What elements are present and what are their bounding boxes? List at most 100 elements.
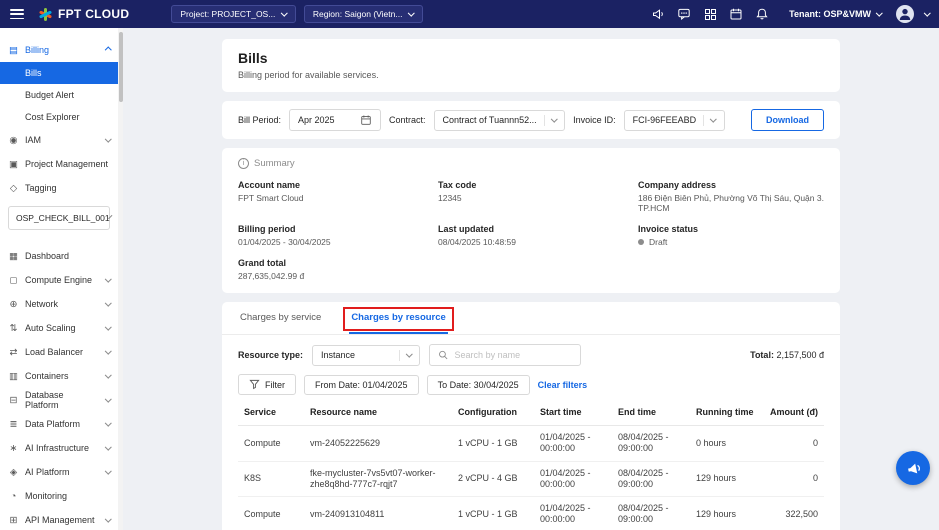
chat-icon[interactable] — [675, 5, 693, 23]
chevron-up-icon — [105, 47, 111, 53]
sidebar-item-bills[interactable]: Bills — [0, 62, 118, 84]
col-header-configuration: Configuration — [452, 399, 534, 426]
sidebar-item-ai-infrastructure[interactable]: ∗ AI Infrastructure — [0, 436, 118, 460]
resource-name-cell: vm-24052225629 — [304, 426, 452, 462]
logo-text: FPT CLOUD — [58, 7, 129, 21]
project-context-select[interactable]: OSP_CHECK_BILL_001 — [8, 206, 110, 230]
field-label: Account name — [238, 180, 438, 190]
search-input[interactable] — [455, 350, 572, 360]
summary-header: i Summary — [238, 158, 824, 169]
divider — [703, 115, 704, 126]
field-value: 186 Điện Biên Phủ, Phường Võ Thị Sáu, Qu… — [638, 193, 824, 213]
invoice-id-select[interactable]: FCI-96FEEABD — [624, 110, 725, 131]
notifications-bell-icon[interactable] — [753, 5, 771, 23]
resource-type-label: Resource type: — [238, 350, 303, 360]
amount-cell: 322,500 — [762, 497, 824, 530]
sidebar-item-compute-engine[interactable]: ◻ Compute Engine — [0, 268, 118, 292]
from-date-chip[interactable]: From Date: 01/04/2025 — [304, 375, 419, 395]
field-label: Billing period — [238, 224, 438, 234]
sidebar-item-data-platform[interactable]: ≣ Data Platform — [0, 412, 118, 436]
configuration-cell: 2 vCPU - 4 GB — [452, 461, 534, 497]
sidebar-item-label: Monitoring — [25, 491, 67, 501]
sidebar-item-containers[interactable]: ▥ Containers — [0, 364, 118, 388]
summary-billing-period: Billing period 01/04/2025 - 30/04/2025 — [238, 224, 438, 247]
download-button[interactable]: Download — [751, 109, 824, 131]
sidebar-item-billing[interactable]: ▤ Billing — [0, 38, 118, 62]
sidebar-item-label: Cost Explorer — [25, 112, 80, 122]
sidebar-scrollbar[interactable] — [118, 28, 123, 530]
sidebar-item-load-balancer[interactable]: ⇄ Load Balancer — [0, 340, 118, 364]
tab-charges-by-service[interactable]: Charges by service — [238, 302, 323, 334]
service-cell: Compute — [238, 426, 304, 462]
sidebar-item-label: Tagging — [25, 183, 57, 193]
filter-button[interactable]: Filter — [238, 374, 296, 395]
table-row: Compute vm-240913104811 1 vCPU - 1 GB 01… — [238, 497, 824, 530]
chevron-down-icon — [105, 443, 111, 449]
summary-company-address: Company address 186 Điện Biên Phủ, Phườn… — [638, 180, 824, 213]
compute-engine-icon: ◻ — [8, 275, 19, 286]
contract-select[interactable]: Contract of Tuannn52... — [434, 110, 566, 131]
chevron-down-icon — [105, 299, 111, 305]
configuration-cell: 1 vCPU - 1 GB — [452, 497, 534, 530]
announcement-icon[interactable] — [649, 5, 667, 23]
sidebar-item-auto-scaling[interactable]: ⇅ Auto Scaling — [0, 316, 118, 340]
sidebar-item-budget-alert[interactable]: Budget Alert — [0, 84, 118, 106]
page-subtitle: Billing period for available services. — [238, 70, 824, 80]
dashboard-icon: ▦ — [8, 251, 19, 262]
chevron-down-icon — [105, 347, 111, 353]
region-selector[interactable]: Region: Saigon (Vietn... — [304, 5, 423, 23]
user-avatar[interactable] — [896, 5, 914, 23]
start-time-cell: 01/04/2025 - 00:00:00 — [534, 461, 612, 497]
field-value: 01/04/2025 - 30/04/2025 — [238, 237, 438, 247]
field-label: Company address — [638, 180, 824, 190]
data-platform-icon: ≣ — [8, 419, 19, 430]
funnel-icon — [249, 379, 260, 390]
clear-filters-link[interactable]: Clear filters — [538, 380, 588, 390]
running-time-cell: 0 hours — [690, 426, 762, 462]
sidebar-item-label: Load Balancer — [25, 347, 83, 357]
tenant-selector[interactable]: Tenant: OSP&VMW — [789, 9, 881, 19]
end-time-cell: 08/04/2025 - 09:00:00 — [612, 461, 690, 497]
chevron-down-icon — [105, 515, 111, 521]
contract-value: Contract of Tuannn52... — [443, 115, 537, 125]
announcement-fab[interactable] — [896, 451, 930, 485]
contract-label: Contract: — [389, 115, 426, 125]
tab-charges-by-resource[interactable]: Charges by resource — [349, 302, 448, 334]
sidebar-item-label: Database Platform — [25, 390, 100, 410]
sidebar-item-network[interactable]: ⊕ Network — [0, 292, 118, 316]
sidebar-item-project-management[interactable]: ▣ Project Management — [0, 152, 118, 176]
iam-icon: ◉ — [8, 135, 19, 146]
charges-tabs: Charges by service Charges by resource — [222, 302, 840, 335]
divider — [399, 350, 400, 361]
sidebar-item-api-management[interactable]: ⊞ API Management — [0, 508, 118, 530]
sidebar-item-label: Bills — [25, 68, 42, 78]
scrollbar-thumb[interactable] — [119, 32, 123, 102]
sidebar-item-iam[interactable]: ◉ IAM — [0, 128, 118, 152]
sidebar-item-label: Network — [25, 299, 58, 309]
menu-icon[interactable] — [10, 9, 24, 19]
project-selector[interactable]: Project: PROJECT_OS... — [171, 5, 295, 23]
topbar: FPT CLOUD Project: PROJECT_OS... Region:… — [0, 0, 939, 28]
summary-account-name: Account name FPT Smart Cloud — [238, 180, 438, 213]
invoice-id-label: Invoice ID: — [573, 115, 616, 125]
sidebar-item-monitoring[interactable]: ◔ Monitoring — [0, 484, 118, 508]
sidebar-item-database-platform[interactable]: ⊟ Database Platform — [0, 388, 118, 412]
to-date-chip[interactable]: To Date: 30/04/2025 — [427, 375, 530, 395]
sidebar-item-ai-platform[interactable]: ◈ AI Platform — [0, 460, 118, 484]
end-time-cell: 08/04/2025 - 09:00:00 — [612, 426, 690, 462]
sidebar-item-label: Billing — [25, 45, 49, 55]
sidebar-item-cost-explorer[interactable]: Cost Explorer — [0, 106, 118, 128]
search-box[interactable] — [429, 344, 581, 366]
calendar-icon[interactable] — [727, 5, 745, 23]
resource-type-select[interactable]: Instance — [312, 345, 420, 366]
sidebar-item-tagging[interactable]: ◇ Tagging — [0, 176, 118, 200]
chevron-down-icon — [105, 467, 111, 473]
auto-scaling-icon: ⇅ — [8, 323, 19, 334]
bill-period-input[interactable]: Apr 2025 — [289, 109, 381, 131]
running-time-cell: 129 hours — [690, 461, 762, 497]
sidebar-item-dashboard[interactable]: ▦ Dashboard — [0, 244, 118, 268]
network-icon: ⊕ — [8, 299, 19, 310]
apps-grid-icon[interactable] — [701, 5, 719, 23]
running-time-cell: 129 hours — [690, 497, 762, 530]
monitoring-icon: ◔ — [8, 491, 19, 502]
